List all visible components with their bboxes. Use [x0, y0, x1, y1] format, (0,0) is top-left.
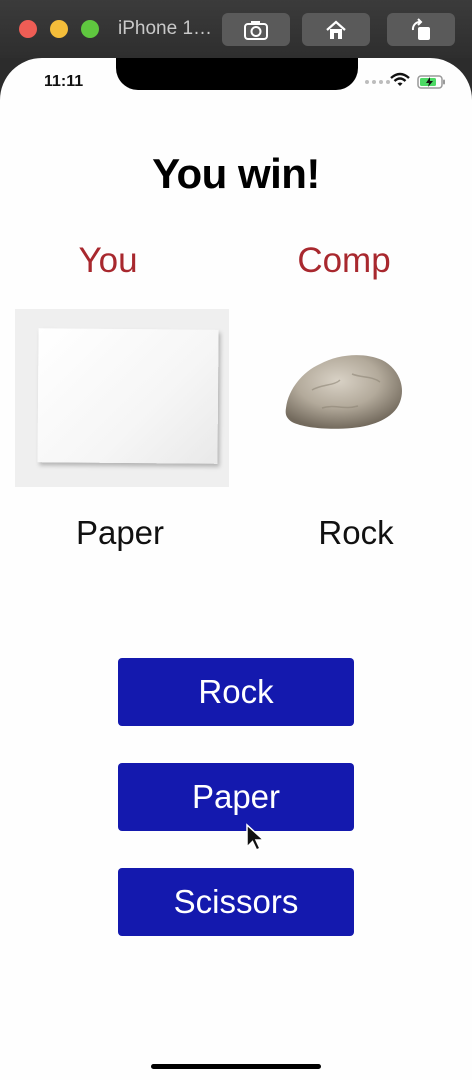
zoom-window-button[interactable]: [81, 20, 99, 38]
status-time: 11:11: [44, 73, 84, 90]
rotate-button[interactable]: [387, 13, 455, 46]
signal-dots: [365, 80, 390, 84]
screenshot-icon: [244, 20, 268, 40]
simulator-title-bar: iPhone 1…: [0, 0, 472, 58]
computer-choice-label: Rock: [318, 514, 394, 551]
paper-image: [37, 328, 219, 464]
scissors-button[interactable]: Scissors: [118, 868, 354, 936]
rock-button[interactable]: Rock: [118, 658, 354, 726]
rock-image: [285, 355, 402, 429]
phone-screen: 11:11 You win! You Comp Paper Rock Rock …: [0, 58, 472, 1080]
home-icon: [326, 20, 346, 39]
home-button[interactable]: [302, 13, 370, 46]
minimize-window-button[interactable]: [50, 20, 68, 38]
rotate-icon: [411, 17, 430, 40]
close-window-button[interactable]: [19, 20, 37, 38]
result-title: You win!: [152, 150, 320, 197]
mouse-cursor-icon: [246, 823, 266, 851]
paper-button[interactable]: Paper: [118, 763, 354, 831]
computer-label: Comp: [297, 241, 391, 280]
home-indicator[interactable]: [151, 1064, 321, 1069]
wifi-icon: [390, 72, 410, 86]
player-choice-image: [15, 309, 229, 487]
screenshot-button[interactable]: [222, 13, 290, 46]
notch: [116, 58, 358, 90]
player-choice-label: Paper: [75, 514, 165, 551]
player-label: You: [78, 241, 138, 280]
simulator-title: iPhone 1…: [118, 18, 213, 39]
battery-charging-icon: [417, 75, 445, 89]
